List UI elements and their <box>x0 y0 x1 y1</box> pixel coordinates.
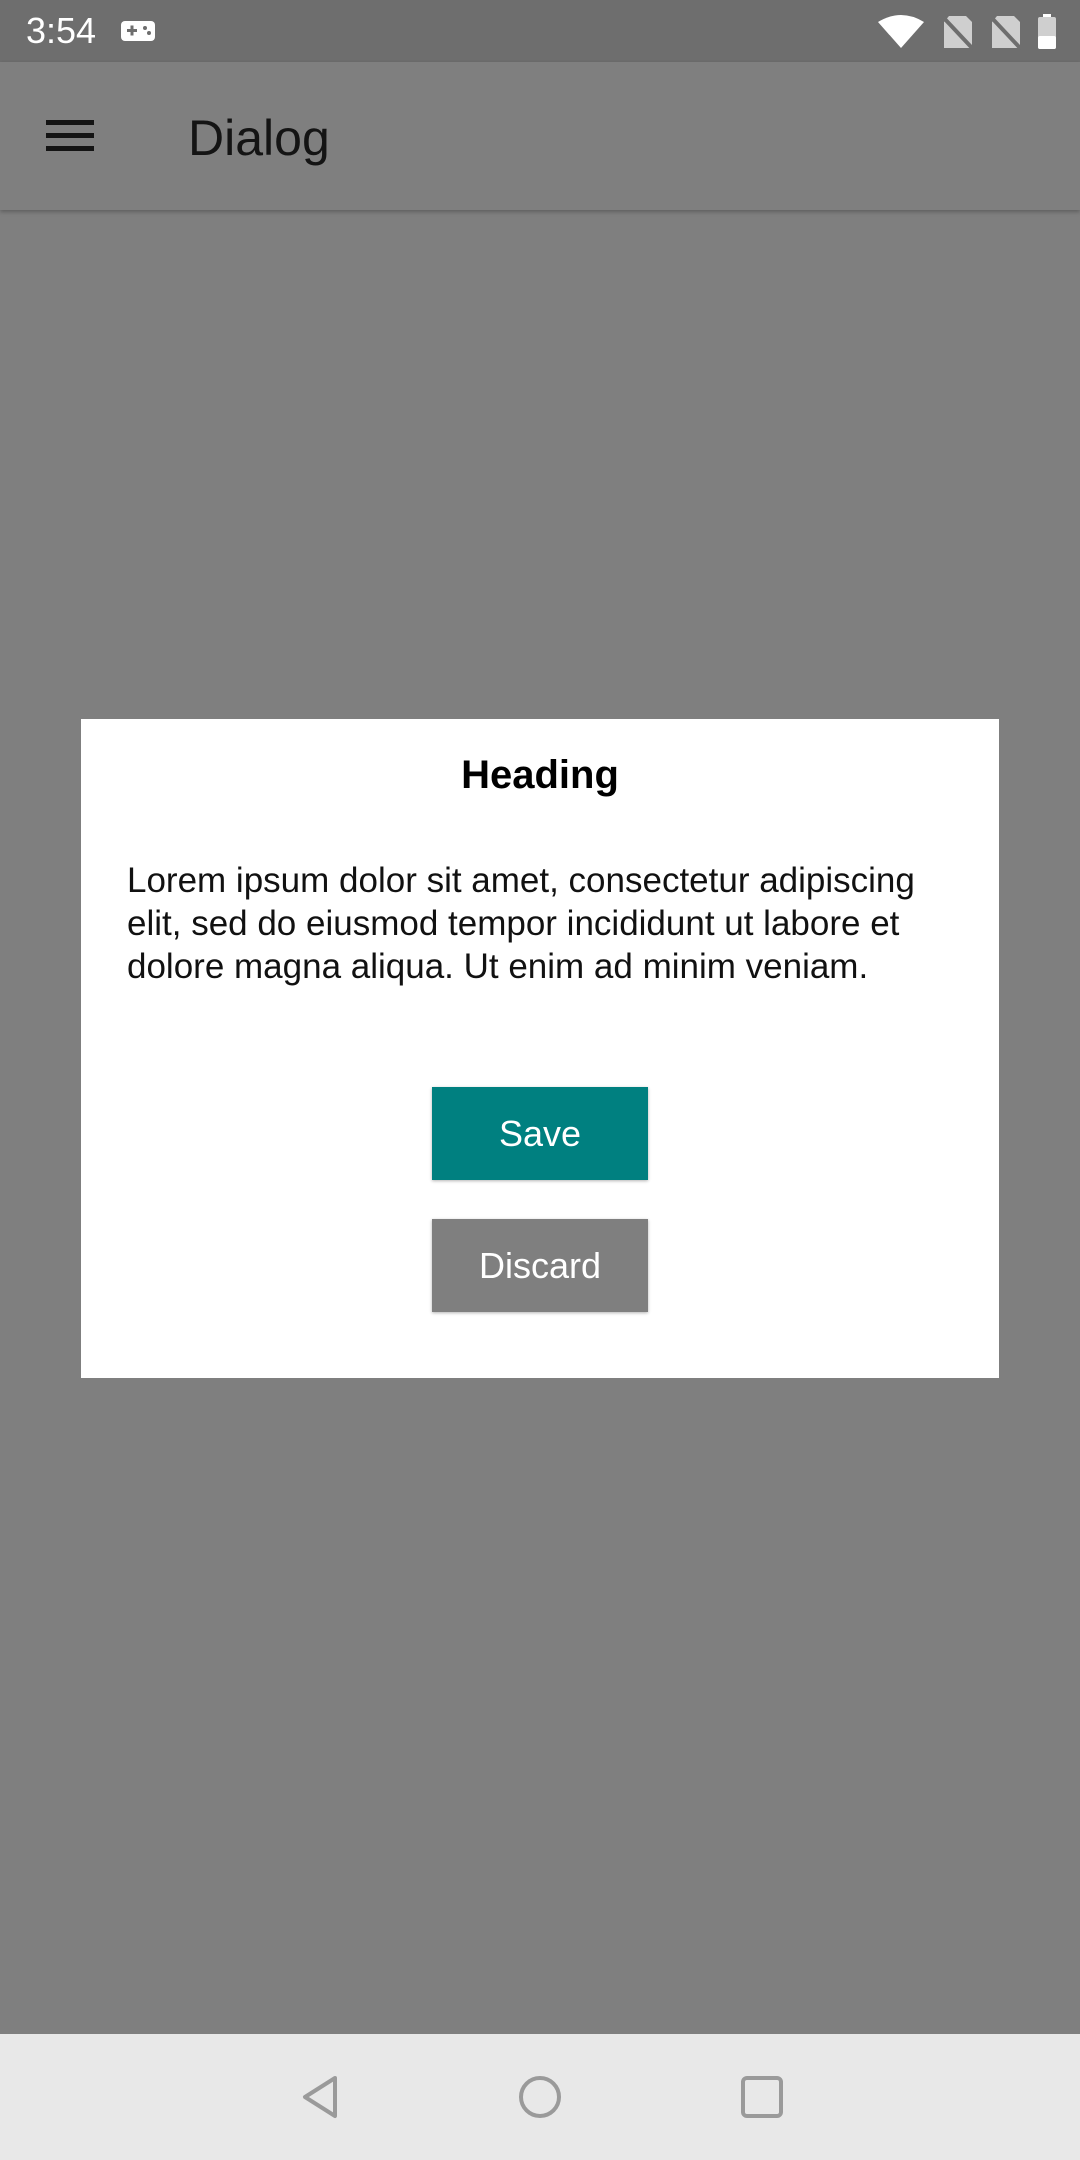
dialog-heading: Heading <box>461 753 619 797</box>
status-icons <box>876 14 1058 50</box>
back-icon[interactable] <box>295 2072 345 2122</box>
no-sim-icon <box>988 14 1022 50</box>
dialog: Heading Lorem ipsum dolor sit amet, cons… <box>81 719 999 1378</box>
dialog-body-text: Lorem ipsum dolor sit amet, consectetur … <box>127 861 915 986</box>
navigation-bar <box>0 2034 1080 2160</box>
save-button[interactable]: Save <box>432 1087 648 1180</box>
discard-button[interactable]: Discard <box>432 1219 648 1312</box>
no-sim-icon <box>940 14 974 50</box>
game-controller-icon <box>120 18 156 44</box>
hamburger-menu-icon[interactable] <box>46 118 96 154</box>
app-bar: Dialog <box>0 62 1080 210</box>
status-time: 3:54 <box>26 10 97 51</box>
recents-icon[interactable] <box>737 2072 787 2122</box>
battery-icon <box>1036 14 1058 50</box>
status-bar: 3:54 <box>0 0 1080 62</box>
wifi-icon <box>876 14 926 50</box>
home-icon[interactable] <box>515 2072 565 2122</box>
page-title: Dialog <box>188 110 330 166</box>
